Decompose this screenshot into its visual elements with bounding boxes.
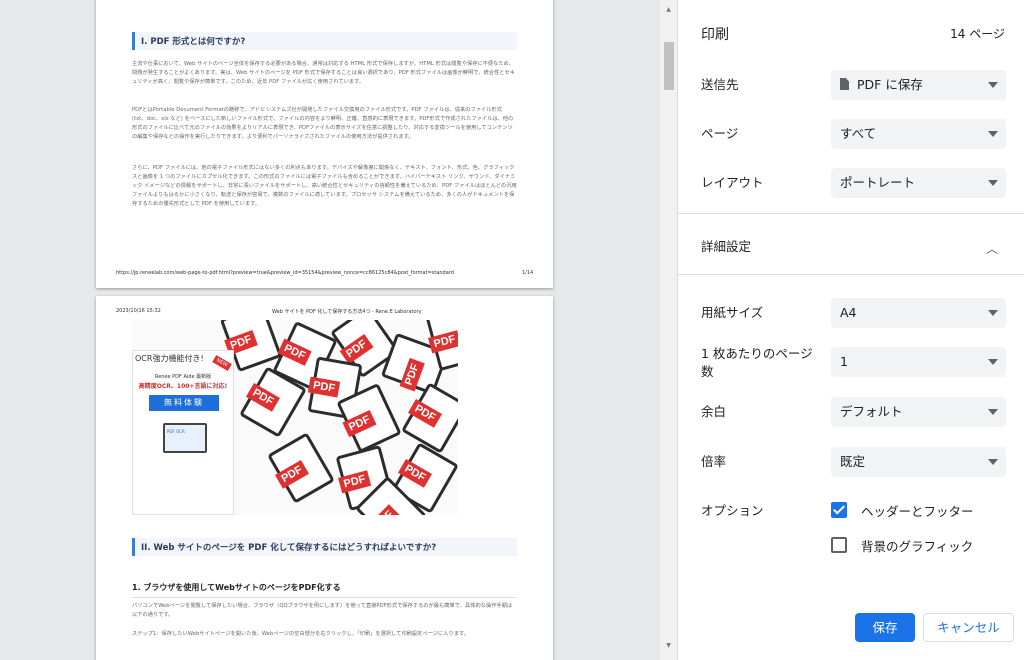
options-label: オプション: [701, 503, 764, 518]
dropdown-arrow-icon: [988, 409, 998, 415]
ad-screen-label: PDF OCR: [167, 429, 185, 434]
scroll-up-arrow-icon[interactable]: ▲: [660, 6, 677, 16]
pages-label: ページ: [701, 126, 739, 141]
ad-ocr-title: OCR強力機能付き!: [135, 354, 204, 363]
free-trial-button: 無料体験: [149, 395, 219, 411]
paragraph: 主流や仕事において、Web サイトのページ全体を保存する必要がある場合、通常は対…: [132, 61, 516, 85]
paragraph: PDFとはPortable Document Formatの略称で、アドビシステ…: [132, 107, 514, 140]
ad-tagline: 高精度OCR、100+言語に対応!: [138, 383, 228, 390]
pages-value: すべて: [840, 126, 877, 141]
file-icon: [840, 78, 849, 90]
paragraph: ステップ1：保存したいWebサイトページを開いた後、Webページの空白部分を右ク…: [132, 631, 469, 637]
dropdown-arrow-icon: [988, 180, 998, 186]
scrollbar-thumb[interactable]: [664, 42, 674, 90]
pages-per-sheet-value: 1: [840, 354, 848, 369]
dropdown-arrow-icon: [988, 459, 998, 465]
more-settings-toggle[interactable]: 詳細設定: [701, 238, 751, 256]
background-graphics-label[interactable]: 背景のグラフィック: [861, 536, 973, 555]
pdf-file-icon: PDF: [267, 432, 335, 504]
pages-select[interactable]: すべて: [831, 119, 1006, 149]
dropdown-arrow-icon: [988, 131, 998, 137]
article-image: PDF PDF PDF PDF PDF PDF PDF PDF PDF PDF …: [132, 320, 458, 515]
layout-value: ポートレート: [840, 175, 916, 190]
page-header-date: 2023/10/16 15:32: [116, 308, 161, 314]
print-preview-area: I. PDF 形式とは何ですか? 主流や仕事において、Web サイトのページ全体…: [0, 0, 660, 660]
new-badge: NEW: [212, 355, 232, 371]
paragraph: パソコンでWebページを閲覧して保存したい場合、ブラウザ（QQブラウザを例にしま…: [132, 603, 513, 618]
preview-page-1: I. PDF 形式とは何ですか? 主流や仕事において、Web サイトのページ全体…: [96, 0, 553, 288]
page-footer-url: https://jp.reneelab.com/web-page-to-pdf.…: [116, 270, 454, 276]
divider: [678, 274, 1024, 275]
pdf-file-icon: PDF: [401, 382, 458, 454]
headers-footers-label[interactable]: ヘッダーとフッター: [861, 501, 974, 520]
paper-size-value: A4: [840, 305, 857, 320]
chevron-up-icon[interactable]: ︿: [986, 240, 998, 257]
ad-product-name: Renee PDF Aide 最新版: [154, 374, 212, 380]
save-button[interactable]: 保存: [855, 613, 915, 642]
preview-page-2: 2023/10/16 15:32 Web サイトを PDF 化して保存する方法4…: [96, 296, 553, 660]
paragraph: さらに、PDF ファイルには、他の電子ファイル形式にはない多くの利点もあります。…: [132, 165, 517, 207]
panel-title: 印刷: [701, 27, 729, 43]
preview-scrollbar[interactable]: ▲ ▼: [660, 0, 677, 660]
layout-select[interactable]: ポートレート: [831, 168, 1006, 198]
scale-label: 倍率: [701, 454, 727, 469]
divider: [678, 213, 1024, 214]
destination-label: 送信先: [701, 77, 739, 92]
destination-value: PDF に保存: [857, 77, 923, 92]
page-heading: I. PDF 形式とは何ですか?: [132, 32, 517, 50]
destination-select[interactable]: PDF に保存: [831, 70, 1006, 100]
paper-size-select[interactable]: A4: [831, 298, 1006, 328]
layout-label: レイアウト: [701, 175, 764, 190]
dropdown-arrow-icon: [988, 310, 998, 316]
laptop-icon: PDF OCR: [163, 423, 207, 453]
cancel-button[interactable]: キャンセル: [923, 613, 1014, 642]
page-header-title: Web サイトを PDF 化して保存する方法4つ - Rene.E Labora…: [272, 309, 422, 315]
page-footer-number: 1/14: [522, 270, 534, 276]
page-heading: II. Web サイトのページを PDF 化して保存するにはどうすればよいですか…: [132, 538, 517, 556]
margins-label: 余白: [701, 404, 727, 419]
print-settings-panel: 印刷 14 ページ 送信先 PDF に保存 ページ すべて レイアウト ポートレ…: [677, 0, 1024, 660]
ad-banner: OCR強力機能付き! NEW Renee PDF Aide 最新版 高精度OCR…: [132, 350, 234, 515]
scale-select[interactable]: 既定: [831, 447, 1006, 477]
background-graphics-checkbox[interactable]: [831, 537, 847, 553]
pages-per-sheet-select[interactable]: 1: [831, 347, 1006, 377]
paper-size-label: 用紙サイズ: [701, 305, 764, 320]
page-count: 14 ページ: [950, 27, 1005, 41]
headers-footers-checkbox[interactable]: [831, 502, 847, 518]
scale-value: 既定: [840, 454, 866, 469]
dropdown-arrow-icon: [988, 359, 998, 365]
page-subheading: 1. ブラウザを使用してWebサイトのページをPDF化する: [132, 582, 517, 598]
margins-value: デフォルト: [840, 404, 903, 419]
scroll-down-arrow-icon[interactable]: ▼: [660, 642, 677, 652]
pages-per-sheet-label: 1 枚あたりのページ数: [701, 346, 813, 379]
dropdown-arrow-icon: [988, 82, 998, 88]
margins-select[interactable]: デフォルト: [831, 397, 1006, 427]
